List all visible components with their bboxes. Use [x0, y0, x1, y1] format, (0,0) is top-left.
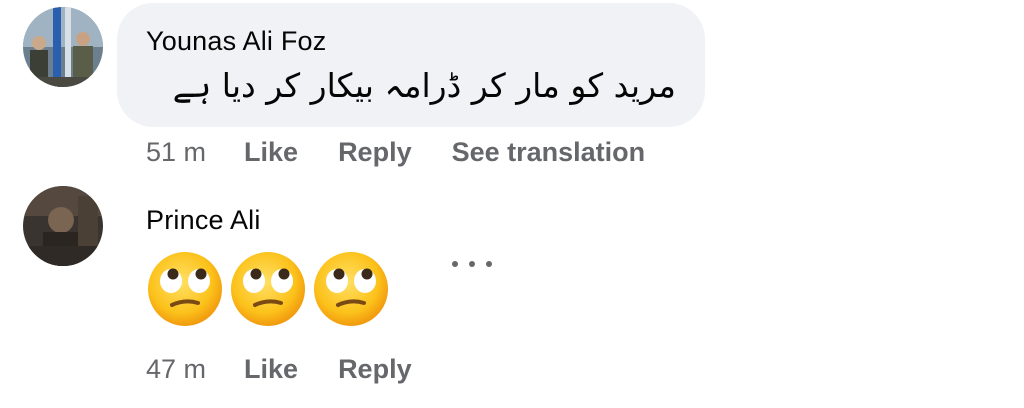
face-with-rolling-eyes-icon: [231, 252, 305, 326]
comment-author[interactable]: Younas Ali Foz: [146, 26, 326, 57]
see-translation-button[interactable]: See translation: [452, 137, 646, 168]
comment-actions: 47 m Like Reply: [146, 354, 412, 385]
comment-timestamp[interactable]: 47 m: [146, 354, 206, 385]
comment-timestamp[interactable]: 51 m: [146, 137, 206, 168]
comment-emoji-row: [146, 250, 395, 328]
like-button[interactable]: Like: [244, 354, 298, 385]
dot: [452, 261, 458, 267]
avatar-image: [23, 186, 103, 266]
avatar-younas-ali-foz[interactable]: [23, 7, 103, 87]
comment-author[interactable]: Prince Ali: [146, 205, 261, 236]
avatar-prince-ali[interactable]: [23, 186, 103, 266]
face-with-rolling-eyes-icon: [314, 252, 388, 326]
more-options-icon[interactable]: [452, 254, 492, 274]
dot: [469, 261, 475, 267]
avatar-image: [23, 7, 103, 87]
face-with-rolling-eyes-icon: [148, 252, 222, 326]
comment-actions: 51 m Like Reply See translation: [146, 137, 645, 168]
comment-bubble: [117, 3, 705, 127]
reply-button[interactable]: Reply: [338, 137, 412, 168]
dot: [486, 261, 492, 267]
reply-button[interactable]: Reply: [338, 354, 412, 385]
like-button[interactable]: Like: [244, 137, 298, 168]
comment-text: مرید کو مار کر ڈرامہ بیکار کر دیا ہے: [172, 66, 676, 105]
